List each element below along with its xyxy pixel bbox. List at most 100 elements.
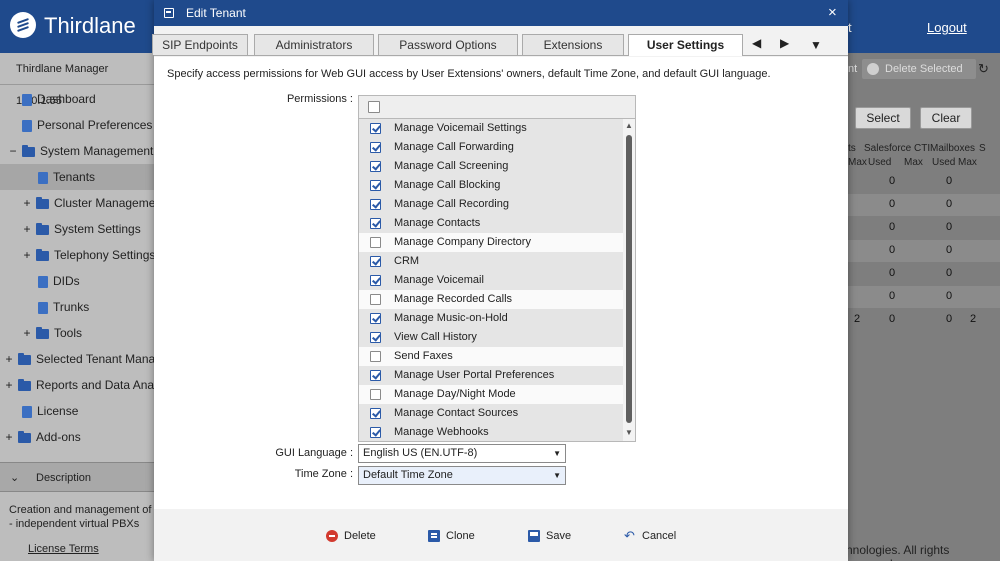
tab-menu-icon[interactable]: ▼ [810, 38, 822, 52]
permission-label: CRM [394, 255, 420, 267]
clear-button[interactable]: Clear [920, 107, 972, 129]
permission-item[interactable]: Manage Webhooks [359, 423, 623, 441]
license-terms-link[interactable]: License Terms [28, 543, 99, 555]
sidebar-item-label: Reports and Data Analysis [36, 378, 154, 392]
permission-item[interactable]: Manage Call Recording [359, 195, 623, 214]
expand-icon[interactable]: + [4, 372, 14, 398]
table-row[interactable]: 00 [848, 240, 1000, 262]
sidebar-item-tenants[interactable]: Tenants [0, 164, 154, 190]
permission-item[interactable]: Manage Music-on-Hold [359, 309, 623, 328]
scroll-down-icon[interactable]: ▼ [624, 427, 634, 439]
permission-item[interactable]: Manage Voicemail Settings [359, 119, 623, 138]
permission-checkbox[interactable] [370, 427, 381, 438]
permission-checkbox[interactable] [370, 142, 381, 153]
collapse-icon[interactable]: − [8, 138, 18, 164]
scroll-up-icon[interactable]: ▲ [624, 120, 634, 132]
dialog-title: Edit Tenant [186, 6, 246, 20]
folder-icon [18, 378, 31, 391]
permission-item[interactable]: Manage User Portal Preferences [359, 366, 623, 385]
delete-selected-button[interactable]: Delete Selected [862, 59, 976, 79]
select-button[interactable]: Select [855, 107, 911, 129]
sidebar-item-telephony-settings[interactable]: + Telephony Settings [0, 242, 154, 268]
time-zone-select[interactable]: Default Time Zone ▼ [358, 466, 566, 485]
sidebar-item-selected-tenant-management[interactable]: + Selected Tenant Management [0, 346, 154, 372]
sidebar-item-license[interactable]: License [0, 398, 154, 424]
dialog-body: Specify access permissions for Web GUI a… [154, 57, 848, 509]
table-row[interactable]: 00 [848, 171, 1000, 193]
permission-checkbox[interactable] [370, 408, 381, 419]
permission-checkbox[interactable] [370, 294, 381, 305]
permission-item[interactable]: View Call History [359, 328, 623, 347]
permission-item[interactable]: CRM [359, 252, 623, 271]
sidebar-item-personal-preferences[interactable]: Personal Preferences [0, 112, 154, 138]
permission-checkbox[interactable] [370, 275, 381, 286]
sidebar-item-dashboard[interactable]: Dashboard [0, 86, 154, 112]
expand-icon[interactable]: + [4, 424, 14, 450]
permission-item[interactable]: Manage Contacts [359, 214, 623, 233]
permission-checkbox[interactable] [370, 218, 381, 229]
permission-checkbox[interactable] [370, 313, 381, 324]
sidebar-item-dids[interactable]: DIDs [0, 268, 154, 294]
sidebar-item-cluster-management[interactable]: + Cluster Management [0, 190, 154, 216]
permission-item[interactable]: Manage Call Screening [359, 157, 623, 176]
expand-icon[interactable]: + [4, 346, 14, 372]
doc-icon [38, 171, 48, 184]
permission-checkbox[interactable] [370, 332, 381, 343]
permission-item[interactable]: Manage Call Forwarding [359, 138, 623, 157]
permission-checkbox[interactable] [370, 370, 381, 381]
tab-administrators[interactable]: Administrators [254, 34, 374, 55]
tab-prev-icon[interactable]: ◀ [752, 36, 761, 50]
permission-checkbox[interactable] [370, 237, 381, 248]
permission-item[interactable]: Manage Day/Night Mode [359, 385, 623, 404]
expand-icon[interactable]: + [22, 320, 32, 346]
expand-icon[interactable]: + [22, 190, 32, 216]
sidebar-item-reports-and-data-analysis[interactable]: + Reports and Data Analysis [0, 372, 154, 398]
close-icon[interactable]: × [828, 4, 837, 21]
permissions-scrollbar[interactable]: ▲ ▼ [623, 119, 635, 441]
sidebar-item-tools[interactable]: + Tools [0, 320, 154, 346]
permission-checkbox[interactable] [370, 389, 381, 400]
table-row[interactable]: 00 [848, 286, 1000, 308]
scrollbar-thumb[interactable] [626, 135, 632, 423]
permission-checkbox[interactable] [370, 123, 381, 134]
gui-language-select[interactable]: English US (EN.UTF-8) ▼ [358, 444, 566, 463]
tab-sip-endpoints[interactable]: SIP Endpoints [152, 34, 248, 55]
permission-checkbox[interactable] [370, 256, 381, 267]
tab-next-icon[interactable]: ▶ [780, 36, 789, 50]
toolbar-fragment[interactable]: nt [848, 63, 857, 75]
permission-item[interactable]: Manage Company Directory [359, 233, 623, 252]
sidebar-item-add-ons[interactable]: + Add-ons [0, 424, 154, 450]
permission-checkbox[interactable] [370, 199, 381, 210]
permission-item[interactable]: Send Faxes [359, 347, 623, 366]
select-all-checkbox[interactable] [368, 101, 380, 113]
tab-password-options[interactable]: Password Options [378, 34, 518, 55]
permission-checkbox[interactable] [370, 351, 381, 362]
delete-icon [326, 530, 338, 542]
time-zone-label: Time Zone : [294, 468, 353, 480]
sidebar-item-trunks[interactable]: Trunks [0, 294, 154, 320]
tab-user-settings[interactable]: User Settings [628, 34, 743, 56]
dialog-title-bar[interactable]: Edit Tenant × [154, 0, 848, 26]
top-right-text[interactable]: t [848, 20, 852, 35]
sidebar-item-system-settings[interactable]: + System Settings [0, 216, 154, 242]
refresh-icon[interactable]: ↻ [978, 61, 989, 77]
expand-icon[interactable]: + [22, 216, 32, 242]
table-cell: 2 [854, 313, 861, 325]
permission-item[interactable]: Manage Recorded Calls [359, 290, 623, 309]
tab-extensions[interactable]: Extensions [522, 34, 624, 55]
table-row[interactable]: 00 [848, 194, 1000, 216]
logout-link[interactable]: Logout [927, 20, 967, 35]
permission-item[interactable]: Manage Voicemail [359, 271, 623, 290]
expand-icon[interactable]: + [22, 242, 32, 268]
table-row[interactable]: 00 [848, 263, 1000, 285]
table-cell: 0 [946, 221, 953, 233]
sidebar-item-system-management[interactable]: − System Management [0, 138, 154, 164]
permission-checkbox[interactable] [370, 180, 381, 191]
description-panel-header[interactable]: ⌄ Description [0, 462, 154, 492]
permission-checkbox[interactable] [370, 161, 381, 172]
table-row[interactable]: 00 [848, 217, 1000, 239]
table-row[interactable]: 2002 [848, 309, 1000, 331]
permission-item[interactable]: Manage Call Blocking [359, 176, 623, 195]
permission-item[interactable]: Manage Contact Sources [359, 404, 623, 423]
chevron-down-icon: ▼ [553, 471, 561, 480]
